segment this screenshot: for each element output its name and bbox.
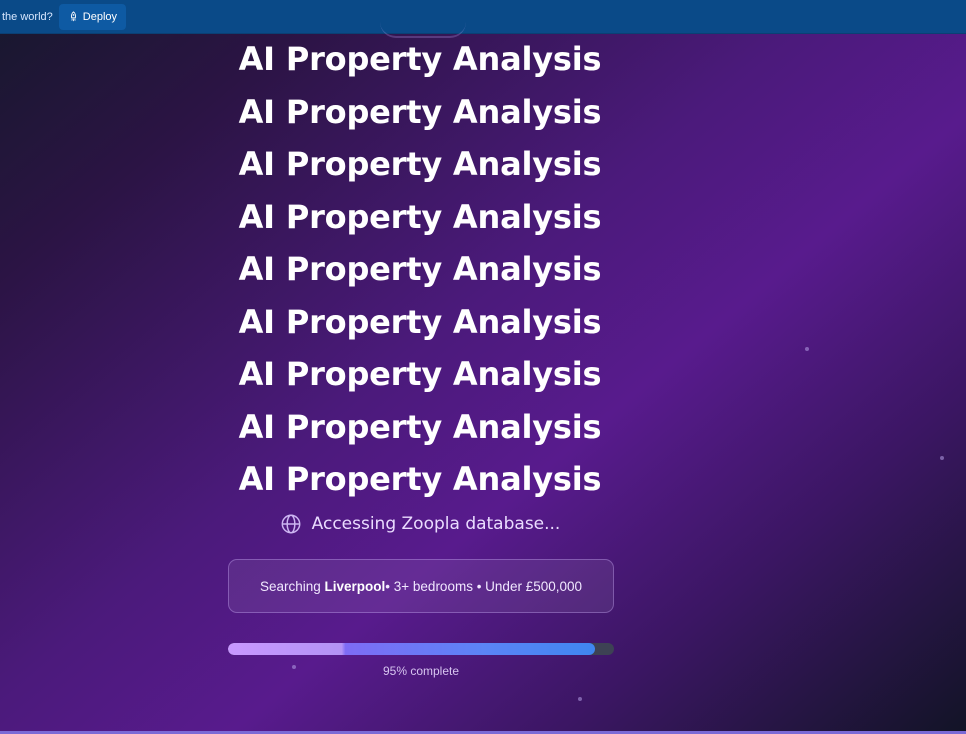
progress-label: 95% complete: [382, 664, 460, 678]
rocket-icon: [70, 11, 76, 22]
search-location: Liverpool: [324, 578, 386, 594]
page-title: AI Property Analysis: [238, 355, 602, 393]
page-title: AI Property Analysis: [238, 302, 602, 341]
page-title: AI Property Analysis: [238, 145, 602, 183]
deploy-button-label: Deploy: [82, 10, 118, 23]
decorative-particle: [805, 347, 809, 351]
progress-bar: [228, 643, 614, 655]
decorative-particle: [292, 665, 296, 669]
topbar-prompt-text: the world?: [2, 10, 53, 23]
search-criteria: • 3+ bedrooms • Under £500,000: [385, 578, 583, 594]
top-bar: the world? Deploy: [0, 0, 966, 34]
loading-status: Accessing Zoopla database...: [0, 509, 840, 539]
page-title: AI Property Analysis: [238, 407, 602, 446]
decorative-particle: [940, 456, 944, 460]
deploy-button[interactable]: Deploy: [58, 3, 127, 30]
page-title: AI Property Analysis: [238, 92, 602, 131]
page-title: AI Property Analysis: [238, 250, 602, 288]
title-stack: AI Property Analysis AI Property Analysi…: [0, 36, 840, 509]
loading-status-text: Accessing Zoopla database...: [311, 514, 561, 534]
page-title: AI Property Analysis: [238, 40, 602, 78]
decorative-particle: [578, 697, 582, 701]
search-summary-card: Searching Liverpool • 3+ bedrooms • Unde…: [228, 559, 614, 613]
page-title: AI Property Analysis: [238, 197, 602, 236]
progress-bar-fill: [228, 643, 595, 655]
page-title: AI Property Analysis: [238, 460, 602, 498]
globe-icon: [281, 514, 301, 534]
search-prefix: Searching: [259, 578, 321, 594]
